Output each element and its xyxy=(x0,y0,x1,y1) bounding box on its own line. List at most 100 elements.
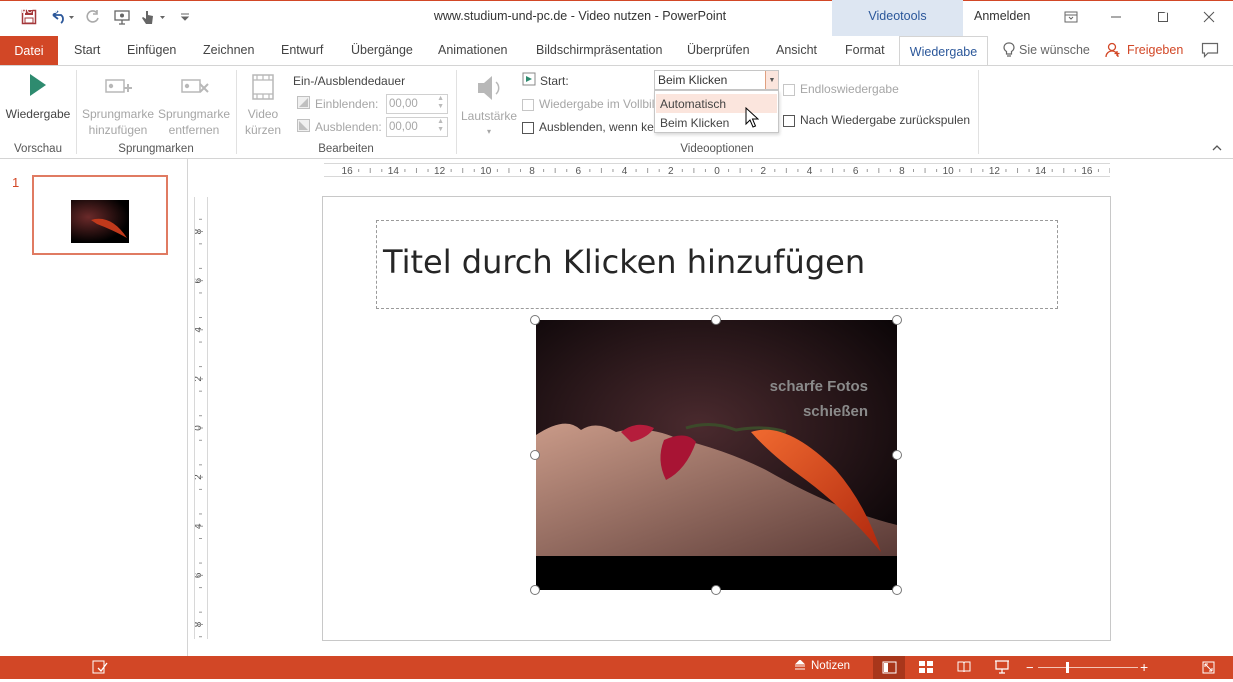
resize-handle[interactable] xyxy=(892,450,902,460)
resize-handle[interactable] xyxy=(711,585,721,595)
normal-view-button[interactable] xyxy=(873,656,905,679)
hide-label: Ausblenden, wenn ke xyxy=(539,120,654,134)
zoom-in-icon[interactable]: + xyxy=(1140,659,1148,675)
video-frame-image xyxy=(536,320,897,590)
resize-handle[interactable] xyxy=(530,450,540,460)
horizontal-ruler: 16 14 12 10 8 6 4 2 0 2 4 6 8 10 12 14 16 xyxy=(324,163,1123,177)
resize-handle[interactable] xyxy=(530,585,540,595)
collapse-ribbon-icon[interactable] xyxy=(1212,144,1222,155)
fade-in-label: Einblenden: xyxy=(315,97,379,111)
start-select-value: Beim Klicken xyxy=(658,73,728,87)
normal-view-icon xyxy=(882,661,897,674)
group-label-vorschau: Vorschau xyxy=(14,143,62,155)
share-button[interactable]: Freigeben xyxy=(1105,42,1183,58)
tab-entwurf[interactable]: Entwurf xyxy=(281,43,323,57)
loop-label: Endloswiedergabe xyxy=(800,82,899,96)
touch-mode-icon[interactable] xyxy=(139,8,169,26)
zoom-level[interactable]: 62 % xyxy=(1163,4,1189,16)
ruler-label: 16 xyxy=(342,166,354,176)
tab-einfuegen[interactable]: Einfügen xyxy=(127,43,176,57)
add-bookmark-label-2: hinzufügen xyxy=(88,123,148,137)
tab-datei[interactable]: Datei xyxy=(0,36,58,65)
zoom-out-icon[interactable]: − xyxy=(1026,660,1034,675)
resize-handle[interactable] xyxy=(892,315,902,325)
fullscreen-check-box[interactable] xyxy=(522,98,534,111)
group-label-sprungmarken: Sprungmarken xyxy=(118,143,194,155)
slide-thumbnail[interactable] xyxy=(32,175,168,255)
tab-uebergaenge[interactable]: Übergänge xyxy=(351,43,413,57)
person-icon xyxy=(1105,42,1120,58)
group-label-videooptionen: Videooptionen xyxy=(680,143,754,155)
fade-out-input[interactable]: 00,00 ▲ ▼ xyxy=(386,117,448,137)
title-placeholder[interactable]: Titel durch Klicken hinzufügen xyxy=(376,220,1058,309)
fullscreen-label: Wiedergabe im Vollbil xyxy=(539,97,655,111)
chevron-down-icon[interactable]: ▼ xyxy=(765,71,778,89)
spinner-arrows-icon[interactable]: ▲ ▼ xyxy=(437,95,444,111)
notes-button[interactable]: Notizen xyxy=(794,660,850,672)
fullscreen-checkbox[interactable]: Wiedergabe im Vollbil xyxy=(522,97,654,111)
hide-checkbox[interactable]: Ausblenden, wenn ke xyxy=(522,120,654,134)
zoom-slider-thumb[interactable] xyxy=(1066,662,1069,673)
signin-link[interactable]: Anmelden xyxy=(974,9,1030,23)
video-object[interactable]: scharfe Fotos schießen xyxy=(536,320,897,590)
hide-check-box[interactable] xyxy=(522,121,534,134)
loop-check-box[interactable] xyxy=(783,83,795,96)
comments-icon[interactable] xyxy=(1201,42,1219,61)
fade-in-icon xyxy=(297,96,310,109)
add-bookmark-button[interactable]: Sprungmarke hinzufügen xyxy=(80,74,156,138)
add-bookmark-label-1: Sprungmarke xyxy=(81,107,155,121)
resize-handle[interactable] xyxy=(711,315,721,325)
tab-ueberpruefen[interactable]: Überprüfen xyxy=(687,43,750,57)
group-separator xyxy=(978,70,979,154)
spellcheck-icon[interactable] xyxy=(92,660,108,677)
play-label: Wiedergabe xyxy=(5,107,71,121)
thumbnail-video-image xyxy=(71,200,129,243)
spinner-arrows-icon[interactable]: ▲ ▼ xyxy=(437,118,444,134)
ruler-label: 4 xyxy=(807,166,813,176)
tab-start[interactable]: Start xyxy=(74,43,100,57)
fade-in-input[interactable]: 00,00 ▲ ▼ xyxy=(386,94,448,114)
tab-ansicht[interactable]: Ansicht xyxy=(776,43,817,57)
tab-bildschirmpraesentation[interactable]: Bildschirmpräsentation xyxy=(536,43,662,57)
trim-video-button[interactable]: Video kürzen xyxy=(242,72,284,138)
zoom-slider-track[interactable] xyxy=(1038,667,1138,668)
present-from-start-icon[interactable] xyxy=(112,8,132,26)
tab-zeichnen[interactable]: Zeichnen xyxy=(203,43,254,57)
vertical-ruler: 864202468 xyxy=(193,197,208,639)
slideshow-view-icon[interactable] xyxy=(994,660,1010,677)
ruler-label: 10 xyxy=(943,166,955,176)
ruler-label: 8 xyxy=(899,166,905,176)
play-button[interactable]: Wiedergabe xyxy=(5,72,71,122)
reading-view-icon[interactable] xyxy=(957,661,971,676)
group-separator xyxy=(236,70,237,154)
resize-handle[interactable] xyxy=(530,315,540,325)
rewind-label: Nach Wiedergabe zurückspulen xyxy=(800,113,971,127)
tell-me-box[interactable]: Sie wünsche xyxy=(1003,42,1090,58)
loop-checkbox[interactable]: Endloswiedergabe xyxy=(783,82,899,96)
trim-video-label-2: kürzen xyxy=(244,123,282,137)
rewind-checkbox[interactable]: Nach Wiedergabe zurückspulen xyxy=(783,113,970,127)
tab-format[interactable]: Format xyxy=(845,43,885,57)
minimize-icon[interactable] xyxy=(1098,5,1134,29)
customize-qat-icon[interactable] xyxy=(175,8,195,26)
rewind-check-box[interactable] xyxy=(783,114,795,127)
ribbon-display-options-icon[interactable] xyxy=(1053,5,1089,29)
context-group-videotools: Videotools xyxy=(832,0,963,36)
ruler-label: 12 xyxy=(989,166,1001,176)
start-dropdown-list: Automatisch Beim Klicken xyxy=(654,90,779,133)
notes-icon xyxy=(794,660,806,670)
ruler-label: 8 xyxy=(529,166,535,176)
close-icon[interactable] xyxy=(1191,5,1227,29)
tab-wiedergabe[interactable]: Wiedergabe xyxy=(899,36,988,66)
resize-handle[interactable] xyxy=(892,585,902,595)
tell-me-placeholder: Sie wünsche xyxy=(1019,43,1090,57)
tab-animationen[interactable]: Animationen xyxy=(438,43,508,57)
ruler-label: 12 xyxy=(434,166,446,176)
remove-bookmark-label-2: entfernen xyxy=(168,123,220,137)
fit-slide-icon[interactable] xyxy=(1202,661,1215,677)
redo-icon[interactable] xyxy=(83,8,103,26)
remove-bookmark-button[interactable]: Sprungmarke entfernen xyxy=(156,74,232,138)
slide-sorter-icon[interactable] xyxy=(919,661,933,676)
volume-button[interactable]: Lautstärke ▾ xyxy=(461,72,517,140)
start-select[interactable]: Beim Klicken ▼ xyxy=(654,70,779,90)
